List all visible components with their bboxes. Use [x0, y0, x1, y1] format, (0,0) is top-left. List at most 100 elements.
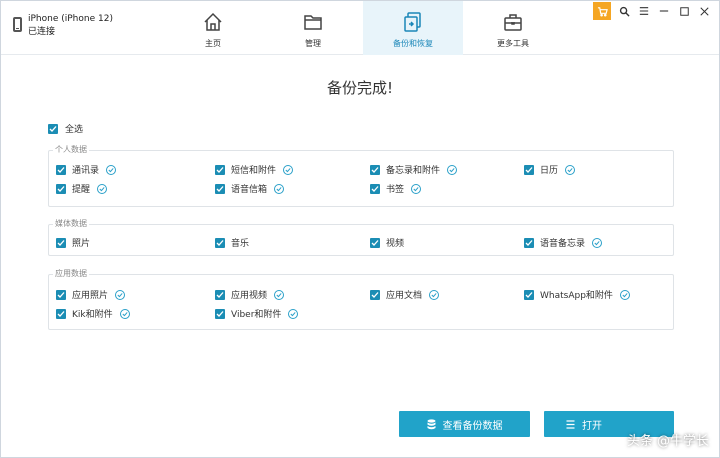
group-app-data: 应用数据 应用照片 应用视频 应用文档 WhatsApp和附件 Kik和附件 V…	[48, 268, 674, 330]
item-label: 短信和附件	[231, 166, 277, 176]
group-title-media: 媒体数据	[53, 218, 89, 229]
checkbox-checked	[56, 289, 66, 300]
select-all-label: 全选	[65, 125, 84, 135]
item-app-videos[interactable]: 应用视频	[215, 288, 285, 301]
nav-item-backup-restore[interactable]: 备份和恢复	[363, 1, 463, 55]
checkbox-checked	[524, 237, 534, 248]
item-app-photos[interactable]: 应用照片	[56, 288, 126, 301]
item-voicemail[interactable]: 语音信箱	[215, 182, 285, 195]
item-label: WhatsApp和附件	[540, 291, 613, 301]
item-label: 应用文档	[386, 291, 423, 301]
item-label: Kik和附件	[72, 310, 113, 320]
item-kik-attachments[interactable]: Kik和附件	[56, 307, 130, 320]
folder-icon	[304, 15, 322, 30]
item-label: 书签	[386, 185, 405, 195]
backup-restore-icon	[404, 12, 421, 32]
success-check-icon	[288, 308, 299, 319]
nav-label-manage: 管理	[305, 39, 321, 48]
success-check-icon	[283, 164, 294, 175]
toolbox-icon	[504, 14, 522, 31]
checkbox-checked	[48, 123, 58, 134]
checkbox-checked	[56, 237, 66, 248]
nav-label-home: 主页	[205, 39, 221, 48]
database-icon	[427, 418, 435, 429]
success-check-icon	[274, 183, 285, 194]
checkbox-checked	[56, 164, 66, 175]
app-window: iPhone (iPhone 12) 已连接 主页 管理 备份和恢复 更多工具 …	[0, 0, 720, 458]
phone-icon	[13, 17, 22, 32]
item-videos[interactable]: 视频	[370, 236, 404, 249]
maximize-icon[interactable]	[677, 4, 691, 18]
page-title: 备份完成!	[326, 79, 393, 97]
checkbox-checked	[215, 164, 225, 175]
checkbox-checked	[56, 308, 66, 319]
minimize-icon[interactable]	[657, 4, 671, 18]
item-label: 日历	[540, 166, 559, 176]
success-check-icon	[97, 183, 108, 194]
item-reminders[interactable]: 提醒	[56, 182, 108, 195]
group-media-data: 媒体数据 照片 音乐 视频 语音备忘录	[48, 218, 674, 256]
item-notes-attachments[interactable]: 备忘录和附件	[370, 163, 458, 176]
item-bookmarks[interactable]: 书签	[370, 182, 422, 195]
item-label: Viber和附件	[231, 310, 282, 320]
success-check-icon	[565, 164, 576, 175]
menu-icon[interactable]	[637, 4, 651, 18]
item-label: 应用视频	[231, 291, 268, 301]
checkbox-checked	[215, 308, 225, 319]
success-check-icon	[274, 289, 285, 300]
item-label: 应用照片	[72, 291, 109, 301]
checkbox-checked	[215, 183, 225, 194]
checkbox-checked	[215, 289, 225, 300]
checkbox-checked	[370, 164, 380, 175]
item-label: 音乐	[231, 239, 250, 249]
success-check-icon	[447, 164, 458, 175]
checkbox-checked	[370, 183, 380, 194]
window-controls	[593, 1, 711, 21]
device-status: 已连接	[28, 27, 56, 37]
item-viber-attachments[interactable]: Viber和附件	[215, 307, 299, 320]
checkbox-checked	[524, 164, 534, 175]
success-check-icon	[119, 308, 130, 319]
item-photos[interactable]: 照片	[56, 236, 90, 249]
item-contacts[interactable]: 通讯录	[56, 163, 117, 176]
success-check-icon	[411, 183, 422, 194]
success-check-icon	[619, 289, 630, 300]
group-title-personal: 个人数据	[53, 144, 89, 155]
search-icon[interactable]	[617, 4, 631, 18]
item-label: 语音信箱	[231, 185, 268, 195]
item-voice-memos[interactable]: 语音备忘录	[524, 236, 603, 249]
checkbox-checked	[370, 237, 380, 248]
success-check-icon	[115, 289, 126, 300]
item-calendar[interactable]: 日历	[524, 163, 576, 176]
item-label: 通讯录	[72, 166, 100, 176]
select-all-checkbox[interactable]: 全选	[48, 122, 83, 135]
close-icon[interactable]	[697, 4, 711, 18]
item-music[interactable]: 音乐	[215, 236, 249, 249]
item-label: 备忘录和附件	[386, 166, 441, 176]
cart-icon[interactable]	[593, 2, 611, 20]
item-app-documents[interactable]: 应用文档	[370, 288, 440, 301]
item-label: 语音备忘录	[540, 239, 586, 249]
group-title-apps: 应用数据	[53, 268, 89, 279]
view-backup-label: 查看备份数据	[442, 420, 503, 432]
nav-item-home[interactable]: 主页	[163, 1, 263, 55]
item-sms-attachments[interactable]: 短信和附件	[215, 163, 294, 176]
item-whatsapp-attachments[interactable]: WhatsApp和附件	[524, 288, 630, 301]
nav-label-more-tools: 更多工具	[497, 39, 529, 48]
header: iPhone (iPhone 12) 已连接 主页 管理 备份和恢复 更多工具	[1, 1, 719, 55]
device-name: iPhone (iPhone 12)	[28, 14, 113, 24]
open-folder-label: 打开	[582, 420, 602, 432]
success-check-icon	[592, 237, 603, 248]
home-icon	[204, 12, 222, 31]
nav-item-more-tools[interactable]: 更多工具	[463, 1, 563, 55]
group-personal-data: 个人数据 通讯录 短信和附件 备忘录和附件 日历 提醒 语音信箱 书签	[48, 144, 674, 207]
view-backup-button[interactable]: 查看备份数据	[399, 411, 530, 437]
item-label: 提醒	[72, 185, 91, 195]
nav-item-manage[interactable]: 管理	[263, 1, 363, 55]
success-check-icon	[429, 289, 440, 300]
watermark-text: 头条 @牛学长	[626, 434, 709, 449]
checkbox-checked	[524, 289, 534, 300]
success-check-icon	[106, 164, 117, 175]
checkbox-checked	[215, 237, 225, 248]
list-icon	[566, 419, 575, 429]
